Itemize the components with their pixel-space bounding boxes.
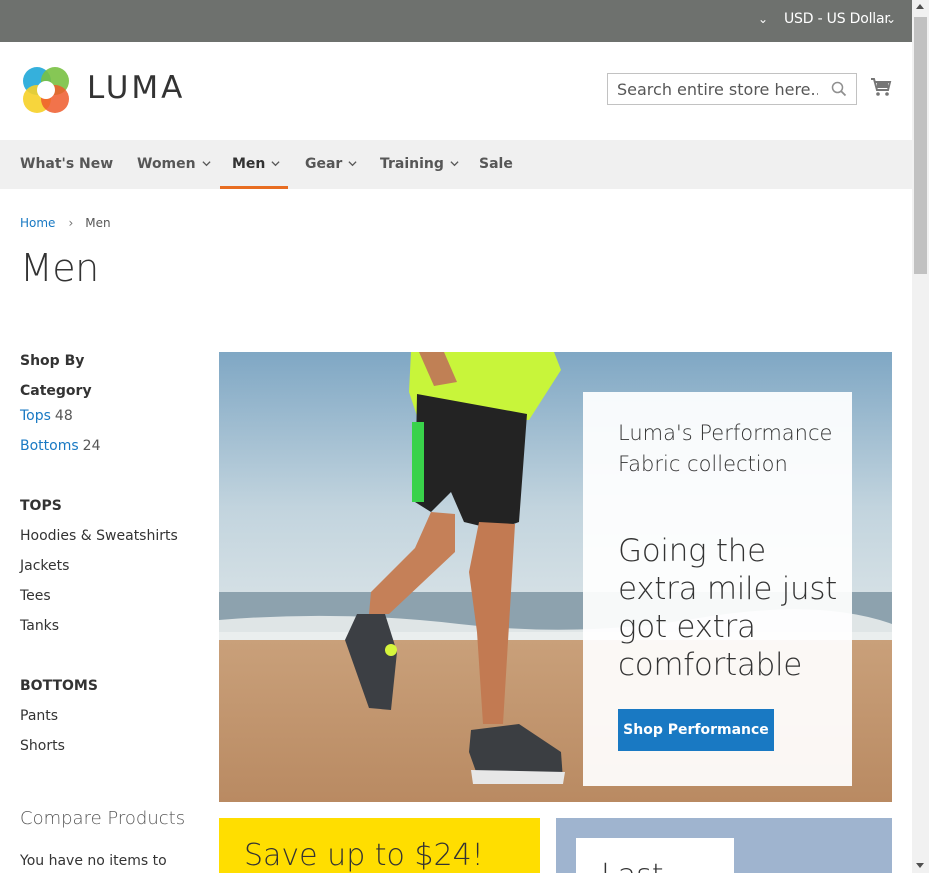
category-heading: Category [20,383,92,399]
nav-item-label: Men [232,156,266,172]
compare-products-heading: Compare Products [20,808,186,829]
filter-count: 24 [82,438,101,454]
page: ⌄ USD - US Dollar ⌄ LUMA What's New Wome… [0,0,912,873]
chevron-down-icon[interactable]: ⌄ [758,12,768,26]
main-navigation: What's New Women Men Gear Training Sale [0,140,912,189]
promo-save-block[interactable]: Save up to $24! [219,818,540,873]
promo-last-text: Last [601,858,664,873]
sidebar-item-jackets[interactable]: Jackets [20,558,69,574]
scrollbar-thumb[interactable] [914,17,927,274]
scroll-up-arrow-icon[interactable] [916,4,924,9]
nav-item-men[interactable]: Men [219,140,289,189]
shop-by-heading: Shop By [20,353,85,369]
nav-item-label: Training [380,156,444,172]
breadcrumb: Home › Men [20,216,111,230]
filter-tops[interactable]: Tops 48 [20,408,73,424]
hero-card: Luma's Performance Fabric collection Goi… [583,392,852,786]
hero-banner[interactable]: Luma's Performance Fabric collection Goi… [219,352,892,802]
chevron-down-icon [348,161,357,167]
compare-note: You have no items to [20,853,167,869]
nav-item-label: Sale [479,156,513,172]
currency-switcher[interactable]: USD - US Dollar [784,11,890,27]
search-icon[interactable] [831,81,847,97]
hero-subtitle: Luma's Performance Fabric collection [618,421,833,476]
promo-card: Last [576,838,734,873]
nav-item-gear[interactable]: Gear [305,140,357,189]
tops-heading: TOPS [20,498,62,514]
nav-item-sale[interactable]: Sale [479,140,513,189]
logo-text[interactable]: LUMA [87,70,185,106]
chevron-down-icon[interactable]: ⌄ [886,12,896,26]
search-input[interactable] [608,74,818,104]
search-box[interactable] [607,73,857,105]
bottoms-heading: BOTTOMS [20,678,98,694]
scrollbar[interactable] [912,0,929,873]
nav-item-training[interactable]: Training [380,140,459,189]
sidebar-item-shorts[interactable]: Shorts [20,738,65,754]
luma-logo-icon[interactable] [20,64,72,116]
filter-count: 48 [54,408,73,424]
chevron-down-icon [450,161,459,167]
promo-save-text: Save up to $24! [244,838,484,873]
nav-item-label: What's New [20,156,114,172]
chevron-down-icon [202,161,211,167]
sidebar-item-tees[interactable]: Tees [20,588,51,604]
breadcrumb-separator-icon: › [68,216,74,230]
chevron-down-icon [271,161,280,167]
shop-performance-button[interactable]: Shop Performance [618,709,774,751]
scroll-down-arrow-icon[interactable] [916,863,924,868]
hero-headline: Going the extra mile just got extra comf… [618,533,838,683]
cart-icon[interactable] [870,76,892,98]
sidebar-item-tanks[interactable]: Tanks [20,618,59,634]
filter-bottoms[interactable]: Bottoms 24 [20,438,100,454]
page-title: Men [20,246,99,290]
promo-last-block[interactable]: Last [556,818,892,873]
breadcrumb-home-link[interactable]: Home [20,216,55,230]
sidebar-item-pants[interactable]: Pants [20,708,58,724]
nav-item-women[interactable]: Women [137,140,211,189]
nav-item-label: Women [137,156,196,172]
filter-label: Bottoms [20,438,79,454]
nav-item-whats-new[interactable]: What's New [20,140,113,189]
filter-label: Tops [20,408,51,424]
breadcrumb-current: Men [85,216,111,230]
nav-item-label: Gear [305,156,343,172]
top-bar: ⌄ USD - US Dollar ⌄ [0,0,912,42]
sidebar-item-hoodies[interactable]: Hoodies & Sweatshirts [20,528,178,544]
